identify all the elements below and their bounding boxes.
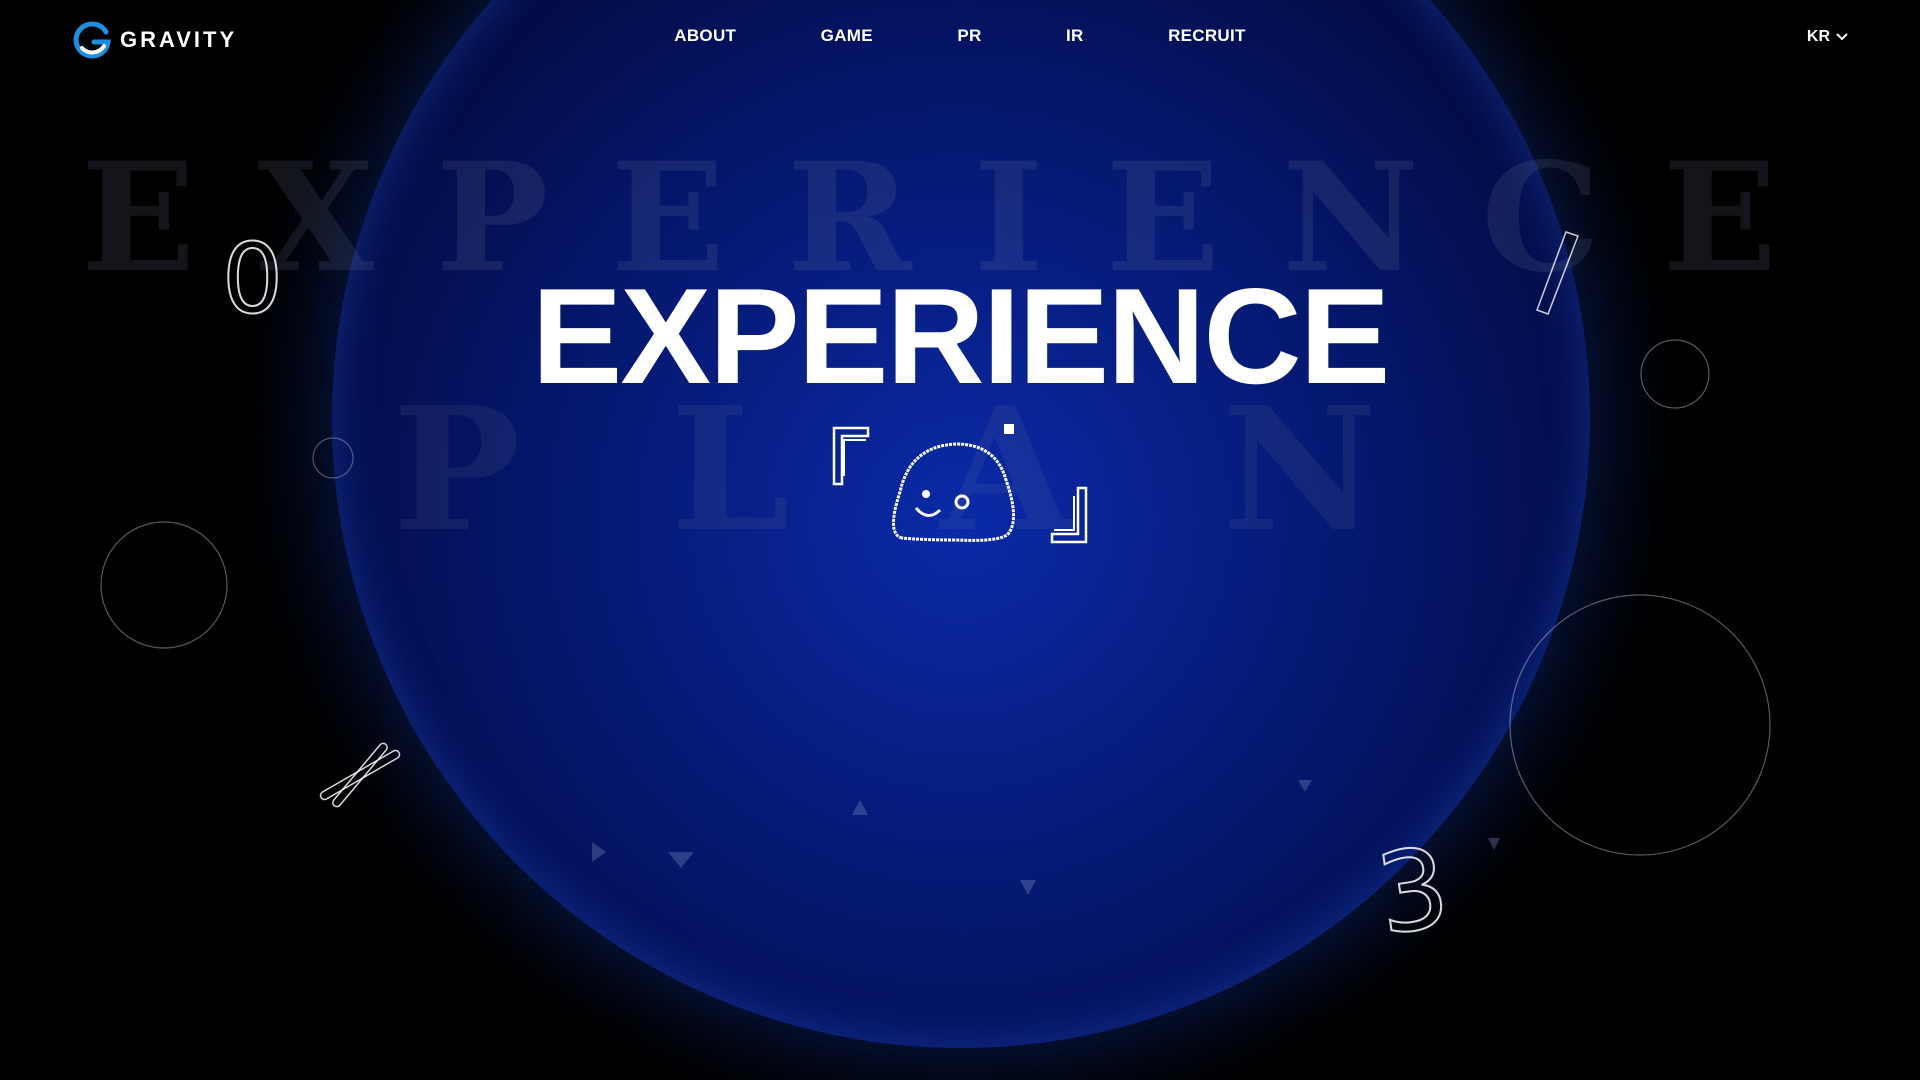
decor-circle-left-large (100, 521, 228, 649)
hero-title: EXPERIENCE (531, 260, 1391, 412)
nav-game[interactable]: GAME (821, 26, 873, 46)
nav-ir[interactable]: IR (1066, 26, 1084, 46)
site-header: GRAVITY ABOUT GAME PR IR RECRUIT KR (0, 0, 1920, 80)
close-icon (319, 742, 401, 808)
language-label: KR (1806, 28, 1830, 45)
mascot-icon (832, 424, 1088, 544)
decor-triangles (592, 780, 1500, 895)
chevron-down-icon (1836, 33, 1848, 41)
decor-circle-right-large (1509, 594, 1771, 856)
nav-recruit[interactable]: RECRUIT (1168, 26, 1246, 46)
svg-text:3: 3 (1372, 832, 1456, 942)
language-selector[interactable]: KR (1807, 28, 1848, 46)
nav-pr[interactable]: PR (957, 26, 981, 46)
main-nav: ABOUT GAME PR IR RECRUIT (0, 26, 1920, 46)
decor-circle-left-small (312, 437, 354, 479)
decor-digit-three: 3 (1372, 832, 1457, 942)
nav-about[interactable]: ABOUT (674, 26, 736, 46)
